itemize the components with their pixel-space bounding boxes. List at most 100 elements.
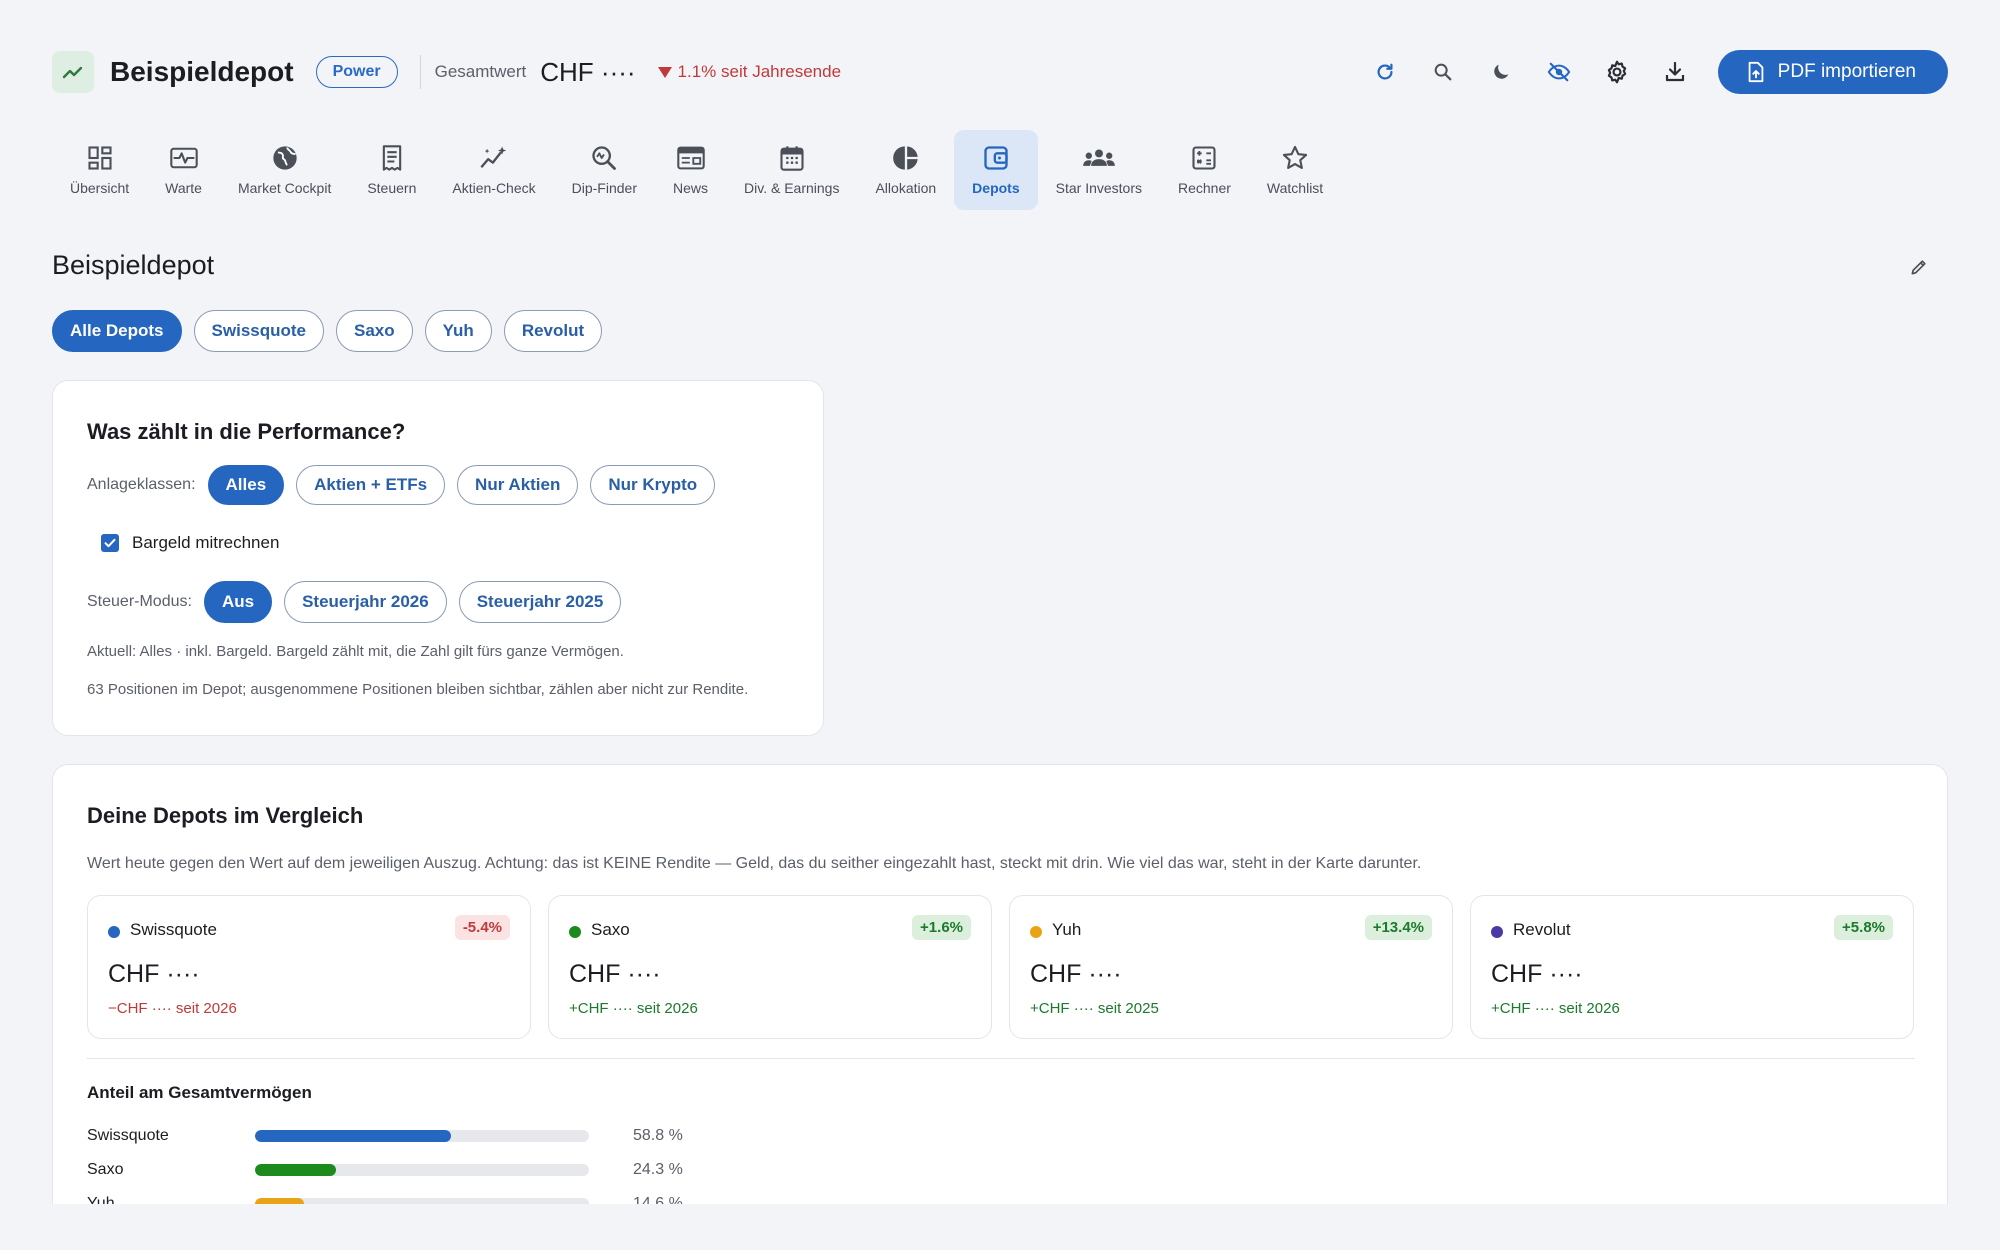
eye-off-icon[interactable] (1530, 50, 1588, 94)
comparison-title: Deine Depots im Vergleich (87, 803, 364, 828)
depot-value: CHF ···· (1491, 960, 1583, 988)
viewport-bottom (0, 1204, 2000, 1250)
performance-note-current: Aktuell: Alles · inkl. Bargeld. Bargeld … (87, 643, 624, 660)
nav-item-rechner[interactable]: Rechner (1160, 130, 1249, 210)
newspaper-icon (676, 146, 705, 170)
asset-class-row: Anlageklassen: Alles Aktien + ETFs Nur A… (87, 465, 716, 505)
nav-item-steuern[interactable]: Steuern (349, 130, 434, 210)
nav-label: Allokation (875, 180, 937, 196)
depot-value: CHF ···· (1030, 960, 1122, 988)
nav-item-star-investors[interactable]: Star Investors (1038, 130, 1160, 210)
file-upload-icon (1748, 61, 1764, 83)
depot-value: CHF ···· (569, 960, 661, 988)
asset-chip-alles[interactable]: Alles (207, 465, 285, 505)
performance-card-title: Was zählt in die Performance? (87, 419, 406, 444)
groups-icon (1082, 149, 1115, 166)
nav-item-allokation[interactable]: Allokation (857, 130, 954, 210)
nav-item-market-cockpit[interactable]: Market Cockpit (220, 130, 349, 210)
check-icon (104, 538, 116, 548)
nav-item-news[interactable]: News (655, 130, 726, 210)
tax-chip-2025[interactable]: Steuerjahr 2025 (458, 581, 622, 623)
share-depot-name: Saxo (87, 1161, 124, 1178)
nav-label: Übersicht (70, 180, 130, 196)
depot-card-saxo[interactable]: Saxo +1.6% CHF ···· +CHF ···· seit 2026 (548, 895, 992, 1039)
tax-mode-row: Steuer-Modus: Aus Steuerjahr 2026 Steuer… (87, 581, 622, 623)
pie-chart-icon (892, 146, 918, 170)
share-bar-fill (255, 1130, 452, 1142)
nav-item-uebersicht[interactable]: Übersicht (52, 130, 147, 210)
cash-checkbox[interactable] (101, 534, 119, 552)
page-title: Beispieldepot (52, 250, 215, 280)
asset-class-label: Anlageklassen: (87, 476, 196, 493)
nav-item-div-earnings[interactable]: Div. & Earnings (726, 130, 857, 210)
share-title: Anteil am Gesamtvermögen (87, 1083, 312, 1102)
sparkle-chart-icon (480, 146, 507, 168)
asset-chip-aktien-etfs[interactable]: Aktien + ETFs (296, 465, 446, 505)
header-actions: PDF importieren (1356, 50, 1948, 94)
search-icon[interactable] (1414, 50, 1472, 94)
plan-badge[interactable]: Power (315, 56, 398, 88)
depot-card-swissquote[interactable]: Swissquote -5.4% CHF ···· −CHF ···· seit… (87, 895, 531, 1039)
depot-card-yuh[interactable]: Yuh +13.4% CHF ···· +CHF ···· seit 2025 (1009, 895, 1453, 1039)
depot-color-dot (1491, 926, 1503, 938)
search-chart-icon (592, 146, 617, 170)
depot-card-revolut[interactable]: Revolut +5.8% CHF ···· +CHF ···· seit 20… (1470, 895, 1914, 1039)
share-row-saxo: Saxo 24.3 % (87, 1161, 683, 1179)
share-bar-track (255, 1164, 589, 1176)
app-header: Beispieldepot Power Gesamtwert CHF ···· … (52, 50, 1948, 94)
depot-change-badge: +5.8% (1834, 915, 1893, 940)
depot-name: Swissquote (130, 920, 217, 939)
depot-since: +CHF ···· seit 2026 (1491, 1000, 1620, 1017)
refresh-icon[interactable] (1356, 50, 1414, 94)
tax-chip-2026[interactable]: Steuerjahr 2026 (284, 581, 447, 623)
ytd-change: 1.1% seit Jahresende (657, 62, 842, 82)
depot-since: −CHF ···· seit 2026 (108, 1000, 237, 1017)
depot-change-badge: -5.4% (454, 915, 510, 940)
wallet-icon (984, 146, 1008, 170)
import-pdf-label: PDF importieren (1777, 61, 1916, 82)
depot-change-badge: +1.6% (912, 915, 971, 940)
asset-chip-nur-krypto[interactable]: Nur Krypto (590, 465, 716, 505)
depot-name: Revolut (1513, 920, 1571, 939)
tax-chip-aus[interactable]: Aus (203, 581, 273, 623)
monitor-heart-icon (169, 147, 198, 169)
import-pdf-button[interactable]: PDF importieren (1717, 50, 1948, 94)
total-value-label: Gesamtwert (434, 62, 527, 81)
depot-summary-cards: Swissquote -5.4% CHF ···· −CHF ···· seit… (87, 895, 1914, 1039)
performance-note-positions: 63 Positionen im Depot; ausgenommene Pos… (87, 681, 749, 698)
calculator-icon (1192, 146, 1217, 170)
cash-checkbox-label: Bargeld mitrechnen (132, 533, 280, 552)
nav-item-warte[interactable]: Warte (147, 130, 220, 210)
globe-icon (272, 146, 297, 170)
moon-icon[interactable] (1472, 50, 1530, 94)
depot-filter-chips: Alle Depots Swissquote Saxo Yuh Revolut (52, 310, 603, 352)
filter-chip-yuh[interactable]: Yuh (424, 310, 492, 352)
nav-label: News (673, 180, 709, 196)
gear-icon[interactable] (1588, 50, 1646, 94)
pencil-icon[interactable] (1906, 254, 1932, 280)
nav-item-depots[interactable]: Depots (954, 130, 1038, 210)
share-percent: 58.8 % (633, 1127, 683, 1144)
filter-chip-saxo[interactable]: Saxo (336, 310, 413, 352)
nav-item-dip-finder[interactable]: Dip-Finder (554, 130, 655, 210)
share-bar-fill (255, 1164, 337, 1176)
total-value: CHF ···· (540, 56, 636, 87)
nav-label: Star Investors (1055, 180, 1142, 196)
filter-chip-alle-depots[interactable]: Alle Depots (52, 310, 182, 352)
section-divider (87, 1058, 1915, 1059)
nav-item-watchlist[interactable]: Watchlist (1249, 130, 1341, 210)
star-icon (1282, 145, 1308, 169)
header-divider (419, 55, 421, 89)
download-icon[interactable] (1646, 50, 1704, 94)
asset-chip-nur-aktien[interactable]: Nur Aktien (457, 465, 579, 505)
nav-label: Rechner (1178, 180, 1231, 196)
filter-chip-revolut[interactable]: Revolut (503, 310, 603, 352)
depot-name: Yuh (1052, 920, 1082, 939)
ytd-change-text: 1.1% seit Jahresende (677, 62, 842, 81)
comparison-subtitle: Wert heute gegen den Wert auf dem jeweil… (87, 855, 1422, 872)
filter-chip-swissquote[interactable]: Swissquote (193, 310, 324, 352)
nav-item-aktien-check[interactable]: Aktien-Check (434, 130, 553, 210)
nav-label: Steuern (367, 180, 417, 196)
nav-label: Depots (972, 180, 1020, 196)
nav-label: Div. & Earnings (744, 180, 840, 196)
